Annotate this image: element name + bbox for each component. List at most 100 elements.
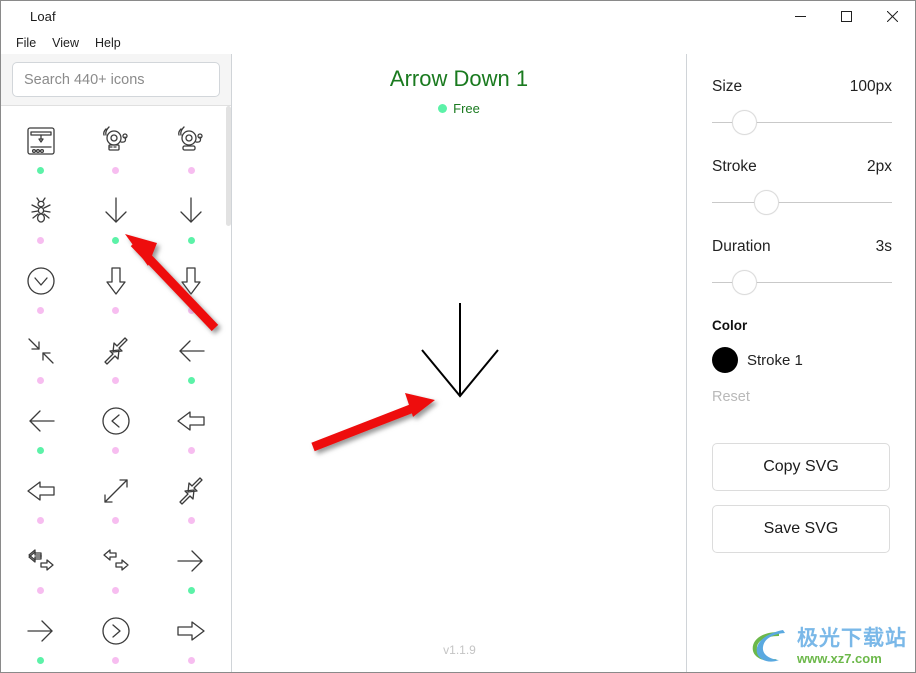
stroke-slider[interactable] bbox=[712, 190, 892, 216]
icon-cell-arrow-down-1[interactable] bbox=[78, 182, 153, 252]
icon-cell-arrow-right-block[interactable] bbox=[154, 602, 229, 672]
arrow-expand-diagonal-block-icon bbox=[96, 331, 136, 371]
icon-cell-alarm-bell[interactable] bbox=[78, 112, 153, 182]
stroke-slider-thumb[interactable] bbox=[754, 190, 779, 215]
alarm-bell-icon bbox=[96, 121, 136, 161]
icon-cell-alarm-bell-2[interactable] bbox=[154, 112, 229, 182]
arrow-down-1-icon bbox=[96, 191, 136, 231]
premium-dot-icon bbox=[37, 516, 45, 524]
arrow-left-block-2-icon bbox=[21, 471, 61, 511]
menu-bar: File View Help bbox=[1, 32, 915, 54]
size-row: Size 100px bbox=[712, 78, 892, 96]
premium-dot-icon bbox=[112, 306, 120, 314]
icon-list-scroll-area[interactable] bbox=[1, 106, 231, 672]
color-section-title: Color bbox=[712, 318, 748, 333]
arrow-down-block-2-icon bbox=[171, 261, 211, 301]
icon-cell-arrow-right-circle[interactable] bbox=[78, 602, 153, 672]
icon-cell-arrow-down-circle[interactable] bbox=[3, 252, 78, 322]
menu-view[interactable]: View bbox=[45, 34, 86, 52]
icon-cell-arrow-left-block[interactable] bbox=[154, 392, 229, 462]
icon-cell-arrow-down-block-2[interactable] bbox=[154, 252, 229, 322]
premium-dot-icon bbox=[187, 656, 195, 664]
search-input[interactable] bbox=[12, 62, 220, 97]
arrow-left-block-icon bbox=[171, 401, 211, 441]
premium-dot-icon bbox=[187, 166, 195, 174]
duration-value: 3s bbox=[875, 238, 892, 255]
minimize-icon[interactable] bbox=[777, 1, 823, 32]
arrow-right-1-icon bbox=[171, 541, 211, 581]
reset-button[interactable]: Reset bbox=[712, 389, 892, 405]
arrow-down-1-preview-icon bbox=[420, 303, 499, 398]
stroke-row: Stroke 2px bbox=[712, 158, 892, 176]
free-dot-icon bbox=[438, 104, 448, 113]
search-header bbox=[1, 54, 231, 106]
premium-dot-icon bbox=[112, 376, 120, 384]
icon-cell-arrow-left-2[interactable] bbox=[3, 392, 78, 462]
menu-help[interactable]: Help bbox=[88, 34, 128, 52]
icon-sidebar bbox=[1, 54, 232, 672]
icon-cell-arrow-right-2[interactable] bbox=[3, 602, 78, 672]
arrow-right-2-icon bbox=[21, 611, 61, 651]
sidebar-scrollbar[interactable] bbox=[226, 106, 231, 672]
arrow-down-2-icon bbox=[171, 191, 211, 231]
icon-grid bbox=[1, 106, 231, 672]
icon-cell-arrow-down-2[interactable] bbox=[154, 182, 229, 252]
arrow-collapse-diagonal-icon bbox=[21, 331, 61, 371]
copy-svg-button[interactable]: Copy SVG bbox=[712, 443, 890, 491]
version-label: v1.1.9 bbox=[443, 643, 476, 657]
premium-dot-icon bbox=[187, 306, 195, 314]
icon-cell-3d-printer[interactable] bbox=[3, 112, 78, 182]
maximize-icon[interactable] bbox=[823, 1, 869, 32]
window-controls bbox=[777, 1, 915, 32]
icon-cell-arrow-left-block-2[interactable] bbox=[3, 462, 78, 532]
icon-cell-ant[interactable] bbox=[3, 182, 78, 252]
page-title: Arrow Down 1 bbox=[389, 66, 529, 91]
preview-panel: Arrow Down 1 Free v1.1.9 bbox=[232, 54, 687, 672]
color-swatch[interactable] bbox=[712, 347, 738, 373]
arrow-left-right-block-2-icon bbox=[96, 541, 136, 581]
size-label: Size bbox=[712, 78, 743, 95]
ant-icon bbox=[21, 191, 61, 231]
free-dot-icon bbox=[187, 586, 195, 594]
menu-file[interactable]: File bbox=[9, 34, 43, 52]
icon-cell-arrow-expand-diagonal-block[interactable] bbox=[78, 322, 153, 392]
sidebar-scrollbar-thumb[interactable] bbox=[226, 106, 231, 226]
icon-cell-arrow-collapse-diagonal[interactable] bbox=[3, 322, 78, 392]
icon-preview-stage bbox=[232, 54, 687, 672]
arrow-left-right-block-icon bbox=[21, 541, 61, 581]
icon-cell-arrow-left-right-block[interactable] bbox=[3, 532, 78, 602]
premium-dot-icon bbox=[187, 516, 195, 524]
duration-label: Duration bbox=[712, 238, 771, 255]
free-dot-icon bbox=[37, 656, 45, 664]
icon-cell-arrow-right-1[interactable] bbox=[154, 532, 229, 602]
save-svg-button[interactable]: Save SVG bbox=[712, 505, 890, 553]
size-slider-thumb[interactable] bbox=[732, 110, 758, 135]
close-icon[interactable] bbox=[869, 1, 915, 32]
tier-badge-label: Free bbox=[453, 101, 480, 116]
icon-cell-arrow-expand-diagonal[interactable] bbox=[78, 462, 153, 532]
icon-cell-arrow-left-right-block-2[interactable] bbox=[78, 532, 153, 602]
arrow-expand-diagonal-2-icon bbox=[171, 471, 211, 511]
3d-printer-icon bbox=[21, 121, 61, 161]
arrow-down-circle-icon bbox=[21, 261, 61, 301]
icon-cell-arrow-expand-diagonal-2[interactable] bbox=[154, 462, 229, 532]
stroke-value: 2px bbox=[867, 158, 892, 175]
arrow-left-1-icon bbox=[171, 331, 211, 371]
duration-slider[interactable] bbox=[712, 270, 892, 296]
tier-badge: Free bbox=[232, 101, 686, 116]
premium-dot-icon bbox=[187, 446, 195, 454]
stroke-label: Stroke bbox=[712, 158, 757, 175]
duration-slider-thumb[interactable] bbox=[732, 270, 758, 295]
color-name-label: Stroke 1 bbox=[747, 351, 803, 369]
title-bar: Loaf bbox=[1, 1, 915, 32]
icon-cell-arrow-left-circle[interactable] bbox=[78, 392, 153, 462]
premium-dot-icon bbox=[112, 656, 120, 664]
free-dot-icon bbox=[112, 236, 120, 244]
icon-cell-arrow-left-1[interactable] bbox=[154, 322, 229, 392]
arrow-expand-diagonal-icon bbox=[96, 471, 136, 511]
icon-cell-arrow-down-block[interactable] bbox=[78, 252, 153, 322]
premium-dot-icon bbox=[112, 166, 120, 174]
size-slider[interactable] bbox=[712, 110, 892, 136]
duration-row: Duration 3s bbox=[712, 238, 892, 256]
stroke-color-row[interactable]: Stroke 1 bbox=[712, 347, 892, 373]
